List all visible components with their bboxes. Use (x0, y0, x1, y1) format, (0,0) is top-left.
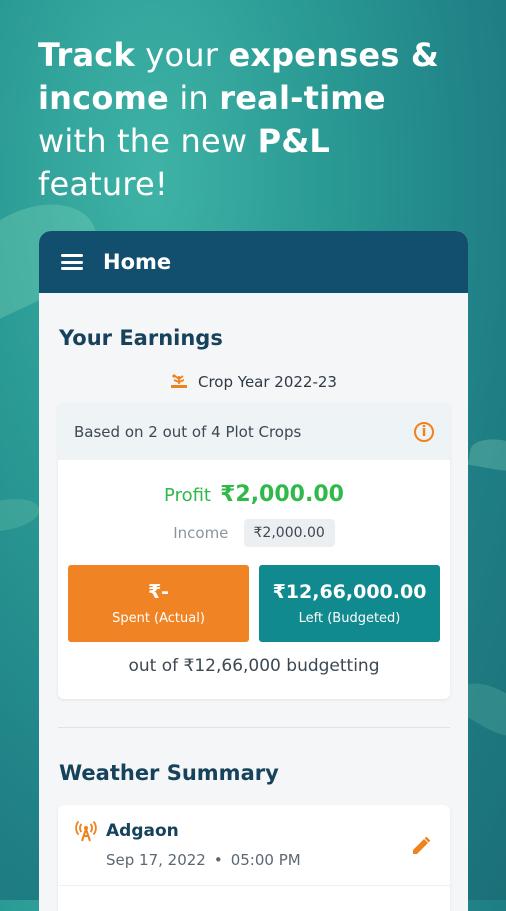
background-leaf (467, 435, 506, 475)
weather-card-divider (58, 885, 450, 886)
left-label: Left (Budgeted) (298, 611, 401, 626)
income-value: ₹2,000.00 (243, 519, 335, 547)
spent-tile[interactable]: ₹- Spent (Actual) (68, 565, 249, 642)
location-name: Adgaon (106, 821, 179, 841)
section-divider (58, 727, 450, 728)
income-row: Income ₹2,000.00 (58, 519, 450, 547)
income-label: Income (173, 524, 229, 542)
location-row: Adgaon (74, 819, 179, 843)
budget-summary: out of ₹12,66,000 budgetting (128, 656, 380, 676)
page-title: Home (103, 250, 172, 274)
earnings-card: Based on 2 out of 4 Plot Crops i Profit … (58, 403, 450, 699)
profit-value: ₹2,000.00 (220, 482, 344, 507)
app-screen: Home Your Earnings Crop Year 2022-23 Bas… (39, 231, 468, 911)
card-header: Based on 2 out of 4 Plot Crops i (58, 403, 450, 460)
signal-tower-icon (75, 820, 97, 842)
info-icon[interactable]: i (414, 421, 434, 442)
crop-icon (171, 374, 187, 388)
left-tile[interactable]: ₹12,66,000.00 Left (Budgeted) (259, 565, 440, 642)
weather-card[interactable]: Adgaon Sep 17, 2022 • 05:00 PM (58, 805, 450, 911)
menu-icon[interactable] (61, 254, 83, 270)
weather-title: Weather Summary (59, 761, 279, 785)
crop-year-selector[interactable]: Crop Year 2022-23 (39, 373, 468, 391)
weather-datetime: Sep 17, 2022 • 05:00 PM (106, 851, 301, 869)
earnings-title: Your Earnings (59, 326, 223, 350)
spent-value: ₹- (147, 581, 170, 603)
left-value: ₹12,66,000.00 (272, 581, 427, 603)
spent-label: Spent (Actual) (112, 611, 205, 626)
edit-icon[interactable] (410, 835, 432, 857)
profit-label: Profit (164, 485, 211, 506)
based-on-text: Based on 2 out of 4 Plot Crops (74, 422, 302, 441)
background-leaf (0, 494, 43, 536)
profit-row: Profit ₹2,000.00 (58, 482, 450, 507)
app-bar: Home (39, 231, 468, 293)
promo-headline: Track your expenses & income in real-tim… (38, 36, 440, 203)
